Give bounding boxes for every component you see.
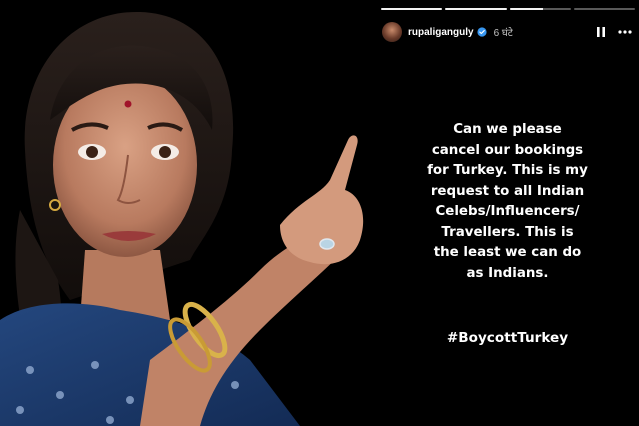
more-options-icon [618,30,632,34]
story-text-line: request to all Indian [430,183,585,199]
avatar[interactable] [382,22,402,42]
screenshot-canvas: rupaliganguly 6 घंटे Can we please cance… [0,0,639,426]
hashtag[interactable]: #BoycottTurkey [376,330,639,346]
story-header: rupaliganguly 6 घंटे [382,20,633,44]
progress-segment [509,8,571,10]
progress-segment [445,8,507,10]
story-progress-bars [381,8,635,11]
username[interactable]: rupaliganguly [408,27,474,38]
post-time: 6 घंटे [493,28,513,39]
pause-button[interactable] [593,24,609,40]
story-text-line: Travellers. This is [441,224,574,240]
pause-icon [597,27,605,37]
story-text-line: for Turkey. This is my [427,163,588,178]
story-text-line: Can we please [453,122,562,137]
progress-fill [445,8,507,10]
progress-fill [381,8,443,10]
story-text-line: the least we can do [433,245,582,260]
story-text-line: as Indians. [466,265,549,281]
more-options-button[interactable] [617,24,633,40]
progress-segment [381,8,443,10]
verified-badge-icon [476,27,487,37]
progress-segment [573,8,635,10]
progress-fill [509,8,544,10]
person-photo [0,0,376,426]
person-illustration [0,11,364,426]
story-text-line: Celebs/Influencers/ [435,204,580,219]
story-panel[interactable]: rupaliganguly 6 घंटे Can we please cance… [376,0,639,426]
story-text-line: cancel our bookings [431,142,584,158]
story-text: Can we please cancel our bookings for Tu… [376,120,639,284]
